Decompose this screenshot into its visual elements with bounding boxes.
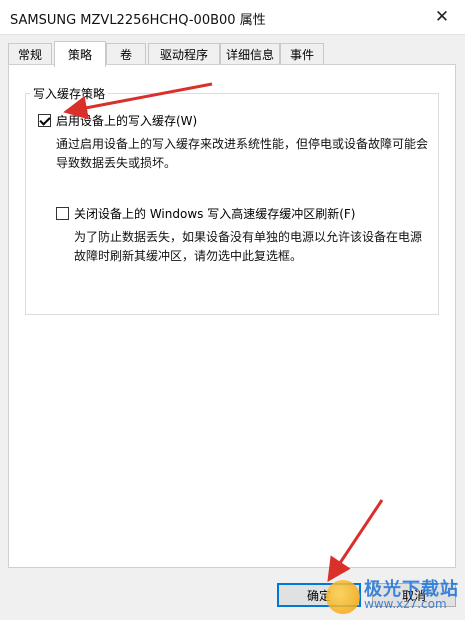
- watermark-logo-icon: [326, 580, 360, 614]
- title-bar: SAMSUNG MZVL2256HCHQ-00B00 属性 ✕: [0, 0, 465, 35]
- tab-events[interactable]: 事件: [280, 43, 324, 65]
- tab-general[interactable]: 常规: [8, 43, 52, 65]
- enable-write-cache-description: 通过启用设备上的写入缓存来改进系统性能，但停电或设备故障可能会 导致数据丢失或损…: [56, 135, 428, 173]
- tab-policies[interactable]: 策略: [54, 41, 106, 67]
- window-title: SAMSUNG MZVL2256HCHQ-00B00 属性: [10, 13, 266, 28]
- description-line: 通过启用设备上的写入缓存来改进系统性能，但停电或设备故障可能会: [56, 137, 429, 151]
- watermark: 极光下载站 www.xz7.com: [326, 580, 459, 614]
- disable-flush-description: 为了防止数据丢失，如果设备没有单独的电源以允许该设备在电源 故障时刷新其缓冲区，…: [74, 228, 422, 266]
- enable-write-cache-checkbox[interactable]: [38, 114, 51, 127]
- group-title: 写入缓存策略: [30, 85, 109, 102]
- close-icon[interactable]: ✕: [419, 0, 465, 34]
- write-cache-policy-group: 写入缓存策略 启用设备上的写入缓存(W) 通过启用设备上的写入缓存来改进系统性能…: [25, 85, 439, 315]
- disable-flush-label: 关闭设备上的 Windows 写入高速缓存缓冲区刷新(F): [74, 207, 356, 221]
- watermark-name: 极光下载站: [364, 579, 459, 600]
- enable-write-cache-label: 启用设备上的写入缓存(W): [56, 114, 198, 128]
- tab-driver[interactable]: 驱动程序: [148, 43, 220, 65]
- description-line: 为了防止数据丢失，如果设备没有单独的电源以允许该设备在电源: [74, 230, 423, 244]
- enable-write-cache-option[interactable]: 启用设备上的写入缓存(W): [38, 112, 197, 129]
- policies-panel: 写入缓存策略 启用设备上的写入缓存(W) 通过启用设备上的写入缓存来改进系统性能…: [8, 64, 456, 568]
- description-line: 故障时刷新其缓冲区，请勿选中此复选框。: [74, 249, 303, 263]
- disable-flush-checkbox[interactable]: [56, 207, 69, 220]
- description-line: 导致数据丢失或损坏。: [56, 156, 177, 170]
- watermark-url: www.xz7.com: [364, 597, 447, 611]
- tab-details[interactable]: 详细信息: [220, 43, 280, 65]
- disable-flush-option[interactable]: 关闭设备上的 Windows 写入高速缓存缓冲区刷新(F): [56, 205, 355, 222]
- tab-volumes[interactable]: 卷: [106, 43, 146, 65]
